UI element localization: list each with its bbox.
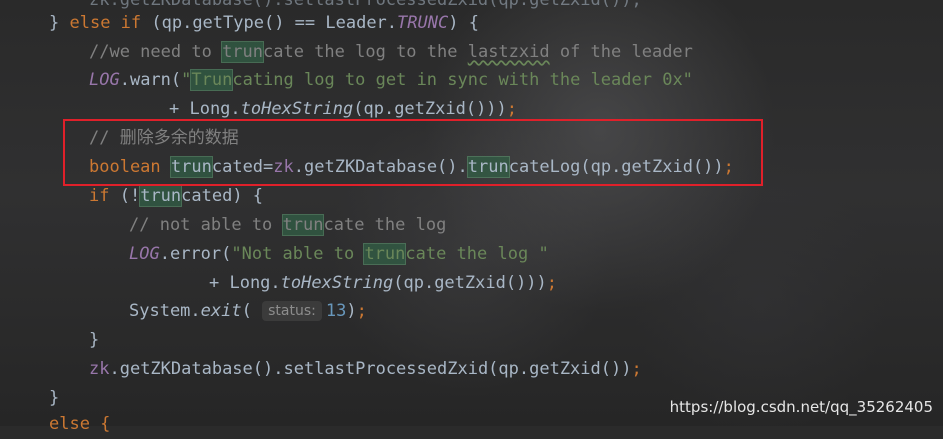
code-line: System.exit( status: 13); bbox=[129, 301, 367, 321]
code-line: LOG.warn("Truncating log to get in sync … bbox=[89, 69, 693, 91]
code-line: } else if (qp.getType() == Leader.TRUNC)… bbox=[49, 13, 479, 33]
code-editor[interactable]: zk.getZKDatabase().setlastProcessedZxid(… bbox=[0, 0, 943, 434]
code-line: // not able to truncate the log bbox=[129, 214, 447, 236]
code-line: LOG.error("Not able to truncate the log … bbox=[129, 243, 549, 265]
code-line: + Long.toHexString(qp.getZxid())); bbox=[209, 273, 558, 293]
code-line: // 删除多余的数据 bbox=[89, 124, 239, 153]
code-line: + Long.toHexString(qp.getZxid())); bbox=[169, 99, 518, 119]
watermark-text: https://blog.csdn.net/qq_35262405 bbox=[669, 398, 933, 416]
parameter-hint: status: bbox=[262, 301, 322, 321]
code-line: boolean truncated=zk.getZKDatabase().tru… bbox=[89, 156, 734, 178]
code-line: zk.getZKDatabase().setlastProcessedZxid(… bbox=[89, 359, 642, 379]
code-line: } bbox=[89, 330, 100, 350]
chinese-comment: // 删除多余的数据 bbox=[89, 128, 239, 148]
code-line: else { bbox=[49, 414, 111, 434]
code-line: if (!truncated) { bbox=[89, 185, 264, 207]
code-line: //we need to truncate the log to the las… bbox=[89, 41, 693, 63]
code-line: } bbox=[49, 388, 60, 408]
